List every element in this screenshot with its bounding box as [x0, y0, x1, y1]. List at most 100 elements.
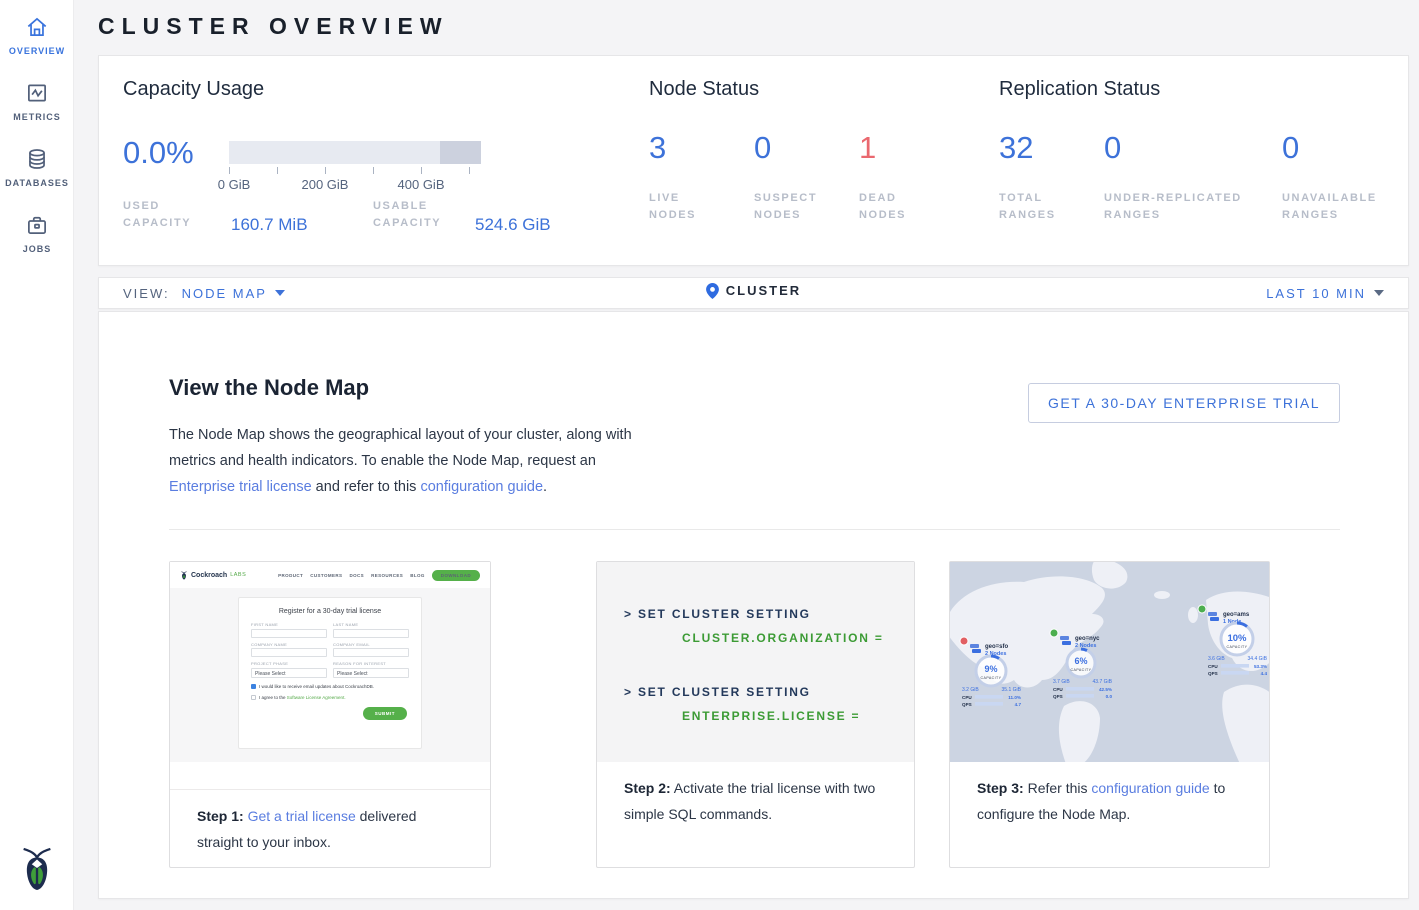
replication-status-title: Replication Status — [999, 78, 1399, 101]
mini-checkbox-row: I agree to the Software License Agreemen… — [251, 695, 409, 700]
svg-text:3.6 GiB: 3.6 GiB — [1208, 656, 1225, 662]
live-nodes-label: LIVE NODES — [649, 190, 696, 224]
capacity-values: USED CAPACITY 160.7 MiB USABLE CAPACITY … — [123, 196, 593, 236]
cockroach-labs-logo: Cockroach LABS — [180, 570, 246, 581]
suspect-nodes-value: 0 — [754, 130, 817, 166]
cockroachdb-logo[interactable] — [16, 844, 58, 894]
view-label: VIEW: — [123, 286, 170, 301]
get-trial-license-link[interactable]: Get a trial license — [248, 808, 356, 824]
svg-text:53.3%: 53.3% — [1254, 664, 1267, 669]
suspect-nodes-label: SUSPECT NODES — [754, 190, 817, 224]
used-capacity-value: 160.7 MiB — [231, 215, 308, 235]
capacity-axis-ticks — [229, 167, 481, 175]
mini-site-header: Cockroach LABS PRODUCT CUSTOMERS DOCS RE… — [170, 562, 490, 588]
used-capacity-label: USED CAPACITY — [123, 198, 191, 232]
mini-checkbox-row: I would like to receive email updates ab… — [251, 684, 409, 689]
unavailable-ranges-value: 0 — [1282, 130, 1377, 166]
checkbox-empty-icon — [251, 695, 256, 700]
mini-select: Please Select — [333, 668, 409, 678]
time-range-dropdown[interactable]: LAST 10 MIN — [1266, 286, 1384, 301]
svg-text:CPU: CPU — [1053, 687, 1063, 692]
node-status-section: Node Status 3 LIVE NODES 0 SUSPECT NODES… — [649, 78, 979, 101]
replication-status-section: Replication Status 32 TOTAL RANGES 0 UND… — [999, 78, 1399, 101]
capacity-bar: 0 GiB 200 GiB 400 GiB — [229, 141, 481, 193]
home-icon — [24, 14, 50, 40]
cluster-summary-panel: Capacity Usage 0.0% 0 GiB 200 GiB 400 Gi… — [98, 55, 1409, 266]
node-map-preview: geo=sfo 2 Nodes 9% CAPACITY 3.2 GiB 35.1… — [950, 562, 1269, 762]
view-dropdown[interactable]: NODE MAP — [182, 286, 285, 301]
sidebar-item-databases[interactable]: DATABASES — [0, 132, 74, 198]
map-pin-icon — [706, 283, 719, 299]
capacity-bar-segment — [440, 141, 481, 164]
svg-text:4.4: 4.4 — [1261, 671, 1268, 676]
roach-glyph-icon — [180, 570, 188, 581]
dead-nodes-stat: 1 DEAD NODES — [859, 130, 906, 224]
step-2-card: > SET CLUSTER SETTING CLUSTER.ORGANIZATI… — [596, 561, 915, 868]
svg-text:0.0: 0.0 — [1106, 694, 1113, 699]
section-divider — [169, 529, 1340, 530]
trial-register-form: Register for a 30-day trial license FIRS… — [238, 597, 422, 749]
svg-text:CPU: CPU — [962, 695, 972, 700]
unavailable-ranges-label: UNAVAILABLE RANGES — [1282, 190, 1377, 224]
configuration-guide-link-2[interactable]: configuration guide — [1091, 780, 1209, 796]
svg-text:11.0%: 11.0% — [1008, 695, 1021, 700]
mini-submit-button: SUBMIT — [363, 707, 407, 720]
svg-text:QPS: QPS — [1053, 694, 1063, 699]
node-map-description: The Node Map shows the geographical layo… — [169, 422, 655, 500]
svg-text:QPS: QPS — [962, 702, 972, 707]
svg-text:CPU: CPU — [1208, 664, 1218, 669]
svg-text:34.4 GiB: 34.4 GiB — [1248, 656, 1268, 662]
svg-text:10%: 10% — [1227, 633, 1247, 644]
live-nodes-stat: 3 LIVE NODES — [649, 130, 696, 224]
trial-license-site-preview: Cockroach LABS PRODUCT CUSTOMERS DOCS RE… — [170, 562, 490, 790]
svg-text:geo=sfo: geo=sfo — [985, 644, 1009, 650]
mini-input — [333, 629, 409, 638]
chevron-down-icon — [275, 290, 285, 296]
view-selector: VIEW: NODE MAP — [123, 286, 285, 301]
node-map-heading: View the Node Map — [169, 375, 369, 401]
sidebar-item-jobs[interactable]: JOBS — [0, 198, 74, 264]
configuration-guide-link[interactable]: configuration guide — [420, 479, 543, 495]
under-replicated-value: 0 — [1104, 130, 1242, 166]
sidebar-item-metrics[interactable]: METRICS — [0, 66, 74, 132]
svg-text:6%: 6% — [1074, 656, 1087, 666]
svg-text:35.1 GiB: 35.1 GiB — [1002, 687, 1022, 693]
svg-text:4.7: 4.7 — [1015, 702, 1022, 707]
unavailable-ranges-stat: 0 UNAVAILABLE RANGES — [1282, 130, 1377, 224]
svg-text:geo=nyc: geo=nyc — [1075, 636, 1100, 642]
time-range-selector: LAST 10 MIN — [1266, 286, 1384, 301]
total-ranges-label: TOTAL RANGES — [999, 190, 1056, 224]
capacity-axis-labels: 0 GiB 200 GiB 400 GiB — [229, 177, 481, 193]
checkbox-checked-icon — [251, 684, 256, 689]
svg-text:CAPACITY: CAPACITY — [1227, 645, 1248, 649]
enterprise-trial-button[interactable]: GET A 30-DAY ENTERPRISE TRIAL — [1028, 383, 1340, 423]
svg-text:QPS: QPS — [1208, 671, 1218, 676]
svg-text:CAPACITY: CAPACITY — [1071, 668, 1092, 672]
page-title: CLUSTER OVERVIEW — [98, 13, 449, 40]
total-ranges-stat: 32 TOTAL RANGES — [999, 130, 1056, 224]
mini-input — [333, 648, 409, 657]
usable-capacity-value: 524.6 GiB — [475, 215, 551, 235]
svg-text:42.5%: 42.5% — [1099, 687, 1112, 692]
svg-text:9%: 9% — [984, 664, 997, 674]
enterprise-trial-license-link[interactable]: Enterprise trial license — [169, 479, 312, 495]
mini-select: Please Select — [251, 668, 327, 678]
node-map-promo-panel: View the Node Map The Node Map shows the… — [98, 311, 1409, 899]
sidebar-item-overview[interactable]: OVERVIEW — [0, 0, 74, 66]
mini-site-body: Register for a 30-day trial license FIRS… — [170, 588, 490, 762]
svg-text:3.2 GiB: 3.2 GiB — [962, 687, 979, 693]
svg-text:CAPACITY: CAPACITY — [981, 676, 1002, 680]
scope-breadcrumb: CLUSTER — [99, 283, 1408, 304]
chevron-down-icon — [1374, 290, 1384, 296]
mini-input — [251, 648, 327, 657]
step-2-caption: Step 2: Activate the trial license with … — [597, 762, 914, 827]
step-3-card: geo=sfo 2 Nodes 9% CAPACITY 3.2 GiB 35.1… — [949, 561, 1270, 868]
scope-label: CLUSTER — [726, 283, 801, 298]
live-nodes-value: 3 — [649, 130, 696, 166]
capacity-usage-section: Capacity Usage 0.0% 0 GiB 200 GiB 400 Gi… — [123, 78, 593, 101]
database-icon — [24, 146, 50, 172]
mini-site-nav: PRODUCT CUSTOMERS DOCS RESOURCES BLOG DO… — [278, 570, 480, 581]
briefcase-icon — [24, 212, 50, 238]
step-1-card: Cockroach LABS PRODUCT CUSTOMERS DOCS RE… — [169, 561, 491, 868]
under-replicated-stat: 0 UNDER-REPLICATED RANGES — [1104, 130, 1242, 224]
